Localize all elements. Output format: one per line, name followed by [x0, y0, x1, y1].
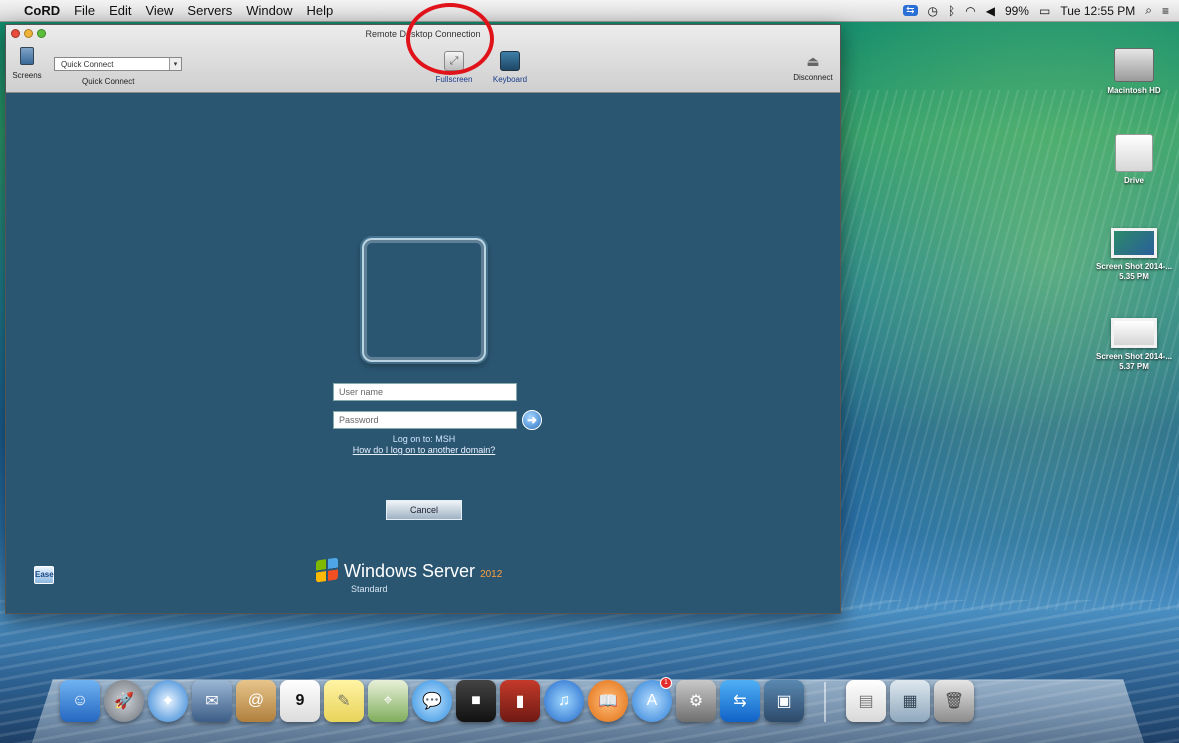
brand-version: 2012	[480, 569, 503, 580]
calendar-day: 9	[295, 692, 305, 709]
keyboard-icon	[500, 51, 520, 71]
bluetooth-icon[interactable]: ᛒ	[948, 4, 955, 18]
password-placeholder: Password	[339, 415, 379, 425]
quick-connect-select[interactable]: Quick Connect ▾	[54, 57, 182, 71]
username-field[interactable]: User name	[333, 383, 517, 401]
wifi-icon[interactable]: ◠	[965, 4, 975, 18]
desktop-icon-label: Drive	[1123, 176, 1144, 185]
menu-servers[interactable]: Servers	[187, 3, 232, 18]
mail-icon[interactable]: ✉	[192, 680, 232, 722]
itunes-icon[interactable]: ♫	[544, 680, 584, 722]
keyboard-label: Keyboard	[492, 75, 528, 84]
desktop-icon-screenshot-2[interactable]: Screen Shot 2014-... 5.37 PM	[1092, 318, 1176, 372]
volume-icon[interactable]: ◀	[986, 4, 995, 18]
ease-of-access-icon[interactable]: Ease	[34, 566, 54, 584]
screens-button[interactable]: Screens	[12, 47, 42, 80]
cancel-button[interactable]: Cancel	[386, 500, 462, 520]
submit-arrow-icon[interactable]: ➜	[522, 410, 542, 430]
disconnect-label: Disconnect	[793, 73, 833, 82]
teamviewer-status-icon[interactable]: ⇆	[903, 5, 918, 16]
remote-desktop-view[interactable]: User name Password ➜ Log on to: MSH How …	[6, 93, 840, 613]
highlight-circle	[406, 3, 494, 75]
finder-icon[interactable]: ☺	[60, 680, 100, 722]
menu-window[interactable]: Window	[246, 3, 292, 18]
other-domain-link[interactable]: How do I log on to another domain?	[306, 445, 542, 455]
document-icon[interactable]: ▤	[846, 680, 886, 722]
app-store-icon[interactable]: A 1	[632, 677, 672, 722]
teamviewer-icon[interactable]: ⇆	[720, 680, 760, 722]
dock-separator	[824, 682, 826, 722]
chevron-down-icon[interactable]: ▾	[169, 58, 181, 70]
windows-server-brand: Windows Server 2012	[344, 561, 502, 582]
eject-icon: ⏏	[806, 53, 820, 69]
disconnect-button[interactable]: ⏏ Disconnect	[788, 51, 838, 82]
contacts-icon[interactable]: @	[236, 680, 276, 722]
username-placeholder: User name	[339, 387, 384, 397]
screens-icon	[20, 47, 34, 65]
calendar-icon[interactable]: 9	[280, 680, 320, 722]
password-field[interactable]: Password	[333, 411, 517, 429]
battery-percent[interactable]: 99%	[1005, 4, 1029, 18]
user-avatar-frame	[362, 238, 486, 362]
maps-icon[interactable]: ⌖	[368, 680, 408, 722]
external-drive-icon	[1115, 134, 1153, 172]
menu-help[interactable]: Help	[306, 3, 333, 18]
notes-icon[interactable]: ✎	[324, 680, 364, 722]
system-preferences-icon[interactable]: ⚙	[676, 680, 716, 722]
fullscreen-label: Fullscreen	[435, 75, 473, 84]
desktop-icon-drive[interactable]: Drive	[1092, 134, 1176, 186]
desktop-icon-label: Screen Shot 2014-... 5.35 PM	[1095, 262, 1173, 281]
edition-text: Standard	[351, 584, 388, 594]
notification-center-icon[interactable]: ≡	[1162, 4, 1169, 18]
desktop-icon-screenshot-1[interactable]: Screen Shot 2014-... 5.35 PM	[1092, 228, 1176, 282]
messages-icon[interactable]: 💬	[412, 680, 452, 722]
cord-window: Remote Desktop Connection Screens Quick …	[5, 24, 841, 614]
brand-name: Windows Server	[344, 561, 476, 581]
screenshot-file-icon	[1111, 318, 1157, 348]
quick-connect-label: Quick Connect	[82, 77, 135, 86]
screenshot-file-icon	[1111, 228, 1157, 258]
logon-to-text: Log on to: MSH	[392, 434, 456, 444]
launchpad-icon[interactable]: 🚀	[104, 680, 144, 722]
time-machine-icon[interactable]: ◷	[928, 4, 938, 18]
keyboard-button[interactable]: Keyboard	[482, 51, 538, 84]
quick-connect-value: Quick Connect	[61, 59, 114, 69]
menu-bar: CoRD File Edit View Servers Window Help …	[0, 0, 1179, 22]
desktop-icon-macintosh-hd[interactable]: Macintosh HD	[1092, 48, 1176, 96]
menu-app-name[interactable]: CoRD	[24, 3, 60, 18]
spotlight-icon[interactable]: ⌕	[1145, 3, 1152, 18]
desktop-icon-label: Screen Shot 2014-... 5.37 PM	[1095, 352, 1173, 371]
menu-status-area: ⇆ ◷ ᛒ ◠ ◀ 99% ▭ Tue 12:55 PM ⌕ ≡	[903, 3, 1179, 18]
menu-file[interactable]: File	[74, 3, 95, 18]
battery-icon[interactable]: ▭	[1039, 4, 1050, 18]
app-store-badge: 1	[660, 677, 672, 689]
ibooks-icon[interactable]: 📖	[588, 680, 628, 722]
desktop-icon-label: Macintosh HD	[1107, 86, 1161, 95]
hard-drive-icon	[1114, 48, 1154, 82]
cord-icon[interactable]: ▣	[764, 680, 804, 722]
menu-view[interactable]: View	[145, 3, 173, 18]
trash-icon[interactable]: 🗑	[934, 680, 974, 722]
windows-logo-icon	[316, 557, 338, 583]
dock: ☺ 🚀 ✦ ✉ @ 9 ✎ ⌖ 💬 ■ ▮ ♫ 📖 A 1 ⚙ ⇆ ▣ ▤ ▦ …	[60, 677, 974, 722]
downloads-stack-icon[interactable]: ▦	[890, 680, 930, 722]
clock[interactable]: Tue 12:55 PM	[1060, 4, 1135, 18]
screens-label: Screens	[12, 71, 42, 80]
facetime-icon[interactable]: ■	[456, 680, 496, 722]
photo-booth-icon[interactable]: ▮	[500, 680, 540, 722]
menu-edit[interactable]: Edit	[109, 3, 131, 18]
safari-icon[interactable]: ✦	[148, 680, 188, 722]
